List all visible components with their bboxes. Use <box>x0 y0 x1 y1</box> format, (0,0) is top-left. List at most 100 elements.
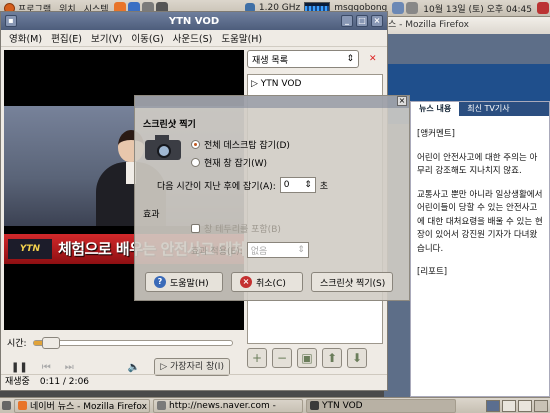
workspace-1[interactable] <box>486 399 500 412</box>
radio-unselected-icon <box>191 158 200 167</box>
ytn-logo: YTN <box>8 239 52 259</box>
task-label: 네이버 뉴스 - Mozilla Firefox <box>30 402 147 412</box>
play-indicator-icon: ▷ <box>251 79 261 89</box>
effect-select[interactable]: 없음 ⇕ <box>246 242 309 258</box>
show-desktop-icon[interactable] <box>2 401 11 410</box>
screenshot-app-icon <box>157 401 166 410</box>
radio-whole-desktop[interactable]: 전체 데스크탑 잡기(D) <box>191 138 290 151</box>
cancel-button[interactable]: × 취소(C) <box>231 272 303 292</box>
clock[interactable]: 10월 13일 (토) 오후 04:45 <box>419 2 536 15</box>
minimize-icon[interactable]: _ <box>341 15 353 27</box>
help-button[interactable]: ? 도움말(H) <box>145 272 223 292</box>
status-text: 재생중 <box>5 377 30 387</box>
video-player-icon <box>310 401 319 410</box>
seek-bar[interactable] <box>32 336 233 349</box>
previous-icon[interactable]: ⏮ <box>42 362 51 373</box>
volume-icon[interactable]: 🔈 <box>128 362 140 373</box>
menu-help[interactable]: 도움말(H) <box>217 31 266 45</box>
news-tabs: 뉴스 내용 최신 TV기사 <box>411 102 549 116</box>
playlist-item[interactable]: ▷ YTN VOD <box>251 79 379 89</box>
firefox-icon <box>18 401 27 410</box>
menu-edit[interactable]: 편집(E) <box>47 31 86 45</box>
save-playlist-button[interactable]: ▣ <box>297 348 317 368</box>
close-icon[interactable]: × <box>371 15 383 27</box>
menu-sound[interactable]: 사운드(S) <box>169 31 217 45</box>
article-paragraph: [앵커멘트] <box>417 129 455 139</box>
article-body: [앵커멘트] 어린이 안전사고에 대한 주의는 아무리 강조해도 지나치지 않죠… <box>411 116 549 280</box>
task-naver-news[interactable]: 네이버 뉴스 - Mozilla Firefox <box>14 398 150 413</box>
menu-view[interactable]: 보기(V) <box>87 31 126 45</box>
article-paragraph: [리포트] <box>417 267 448 277</box>
firefox-title: 스 - Mozilla Firefox <box>384 17 550 34</box>
playlist-item-label: YTN VOD <box>260 79 302 89</box>
play-position: 0:11 / 2:06 <box>39 377 90 387</box>
seek-handle[interactable] <box>41 336 60 349</box>
delay-unit: 초 <box>319 181 329 192</box>
window-menu-icon[interactable]: ▪ <box>5 15 17 27</box>
network-icon[interactable] <box>392 2 405 14</box>
next-icon[interactable]: ⏭ <box>65 362 74 373</box>
cancel-button-label: 취소(C) <box>256 278 286 289</box>
task-label: YTN VOD <box>322 400 363 411</box>
include-border-checkbox[interactable]: 창 테두리를 포함(B) <box>191 222 281 235</box>
playlist-buttons: + − ▣ ⬆ ⬇ <box>247 348 367 368</box>
vod-titlebar[interactable]: ▪ YTN VOD _ □ × <box>1 12 387 30</box>
take-screenshot-button[interactable]: 스크린샷 찍기(S) <box>311 272 393 292</box>
maximize-icon[interactable]: □ <box>356 15 368 27</box>
help-icon: ? <box>154 276 166 288</box>
tab-news-content[interactable]: 뉴스 내용 <box>411 102 460 116</box>
sidebar-toggle-label: 가장자리 창(I) <box>170 362 224 372</box>
dialog-close-icon[interactable]: × <box>397 96 407 106</box>
camera-icon <box>145 132 181 162</box>
close-sidebar-icon[interactable]: ✕ <box>369 54 377 64</box>
task-ytn-vod[interactable]: YTN VOD <box>306 398 456 413</box>
delay-row: 다음 시간이 지난 후에 잡기(A): 0 ⇕ 초 <box>157 177 328 193</box>
trash-icon[interactable] <box>534 399 548 412</box>
time-label: 시간: <box>7 339 27 349</box>
spin-arrows-icon[interactable]: ⇕ <box>304 180 312 190</box>
radio-whole-desktop-label: 전체 데스크탑 잡기(D) <box>204 141 290 151</box>
pause-icon[interactable]: ❚❚ <box>11 362 28 373</box>
task-label: http://news.naver.com - <box>169 400 276 411</box>
effect-label: 효과 적용(E): <box>191 246 243 257</box>
chevron-updown-icon: ⇕ <box>346 54 354 64</box>
workspace-2[interactable] <box>502 399 516 412</box>
status-bar: 재생중 0:11 / 2:06 <box>1 374 387 390</box>
workspace-switcher[interactable] <box>486 399 550 412</box>
screenshot-dialog: × 스크린샷 찍기 전체 데스크탑 잡기(D) 현재 창 잡기(W) 다음 시간… <box>134 95 410 301</box>
shutdown-icon[interactable] <box>537 2 549 14</box>
camera-lens <box>157 144 171 158</box>
cancel-icon: × <box>240 276 252 288</box>
include-border-label: 창 테두리를 포함(B) <box>204 225 281 235</box>
effects-heading: 효과 <box>143 210 160 220</box>
dialog-titlebar[interactable]: × <box>135 96 409 108</box>
menu-movie[interactable]: 영화(M) <box>5 31 46 45</box>
volume-icon[interactable] <box>406 2 419 14</box>
menu-go[interactable]: 이동(G) <box>127 31 167 45</box>
vod-menubar: 영화(M) 편집(E) 보기(V) 이동(G) 사운드(S) 도움말(H) <box>1 30 387 47</box>
chevron-updown-icon: ⇕ <box>297 245 305 255</box>
radio-selected-icon <box>191 140 200 149</box>
sidebar-select[interactable]: 재생 목록 ⇕ <box>247 50 359 68</box>
workspace-3[interactable] <box>518 399 532 412</box>
radio-current-window[interactable]: 현재 창 잡기(W) <box>191 156 267 169</box>
delay-value: 0 <box>283 180 290 190</box>
radio-current-window-label: 현재 창 잡기(W) <box>204 159 268 169</box>
news-article: 뉴스 내용 최신 TV기사 [앵커멘트] 어린이 안전사고에 대한 주의는 아무… <box>410 101 550 397</box>
checkbox-icon <box>191 224 200 233</box>
help-button-label: 도움말(H) <box>170 278 209 289</box>
move-down-button[interactable]: ⬇ <box>347 348 367 368</box>
seek-row: 시간: <box>7 336 233 349</box>
add-button[interactable]: + <box>247 348 267 368</box>
article-paragraph: 어린이 안전사고에 대한 주의는 아무리 강조해도 지나치지 않죠. <box>417 152 538 177</box>
effect-row: 효과 적용(E): 없음 ⇕ <box>191 242 309 258</box>
move-up-button[interactable]: ⬆ <box>322 348 342 368</box>
delay-spinbox[interactable]: 0 ⇕ <box>279 177 316 193</box>
remove-button[interactable]: − <box>272 348 292 368</box>
task-naver-url[interactable]: http://news.naver.com - <box>153 398 303 413</box>
dialog-buttons: ? 도움말(H) × 취소(C) 스크린샷 찍기(S) <box>145 272 393 292</box>
tab-latest-tv[interactable]: 최신 TV기사 <box>459 102 517 116</box>
taskbar: 네이버 뉴스 - Mozilla Firefox http://news.nav… <box>0 397 550 413</box>
vod-title: YTN VOD <box>168 15 220 27</box>
take-screenshot-label: 스크린샷 찍기(S) <box>320 278 386 289</box>
